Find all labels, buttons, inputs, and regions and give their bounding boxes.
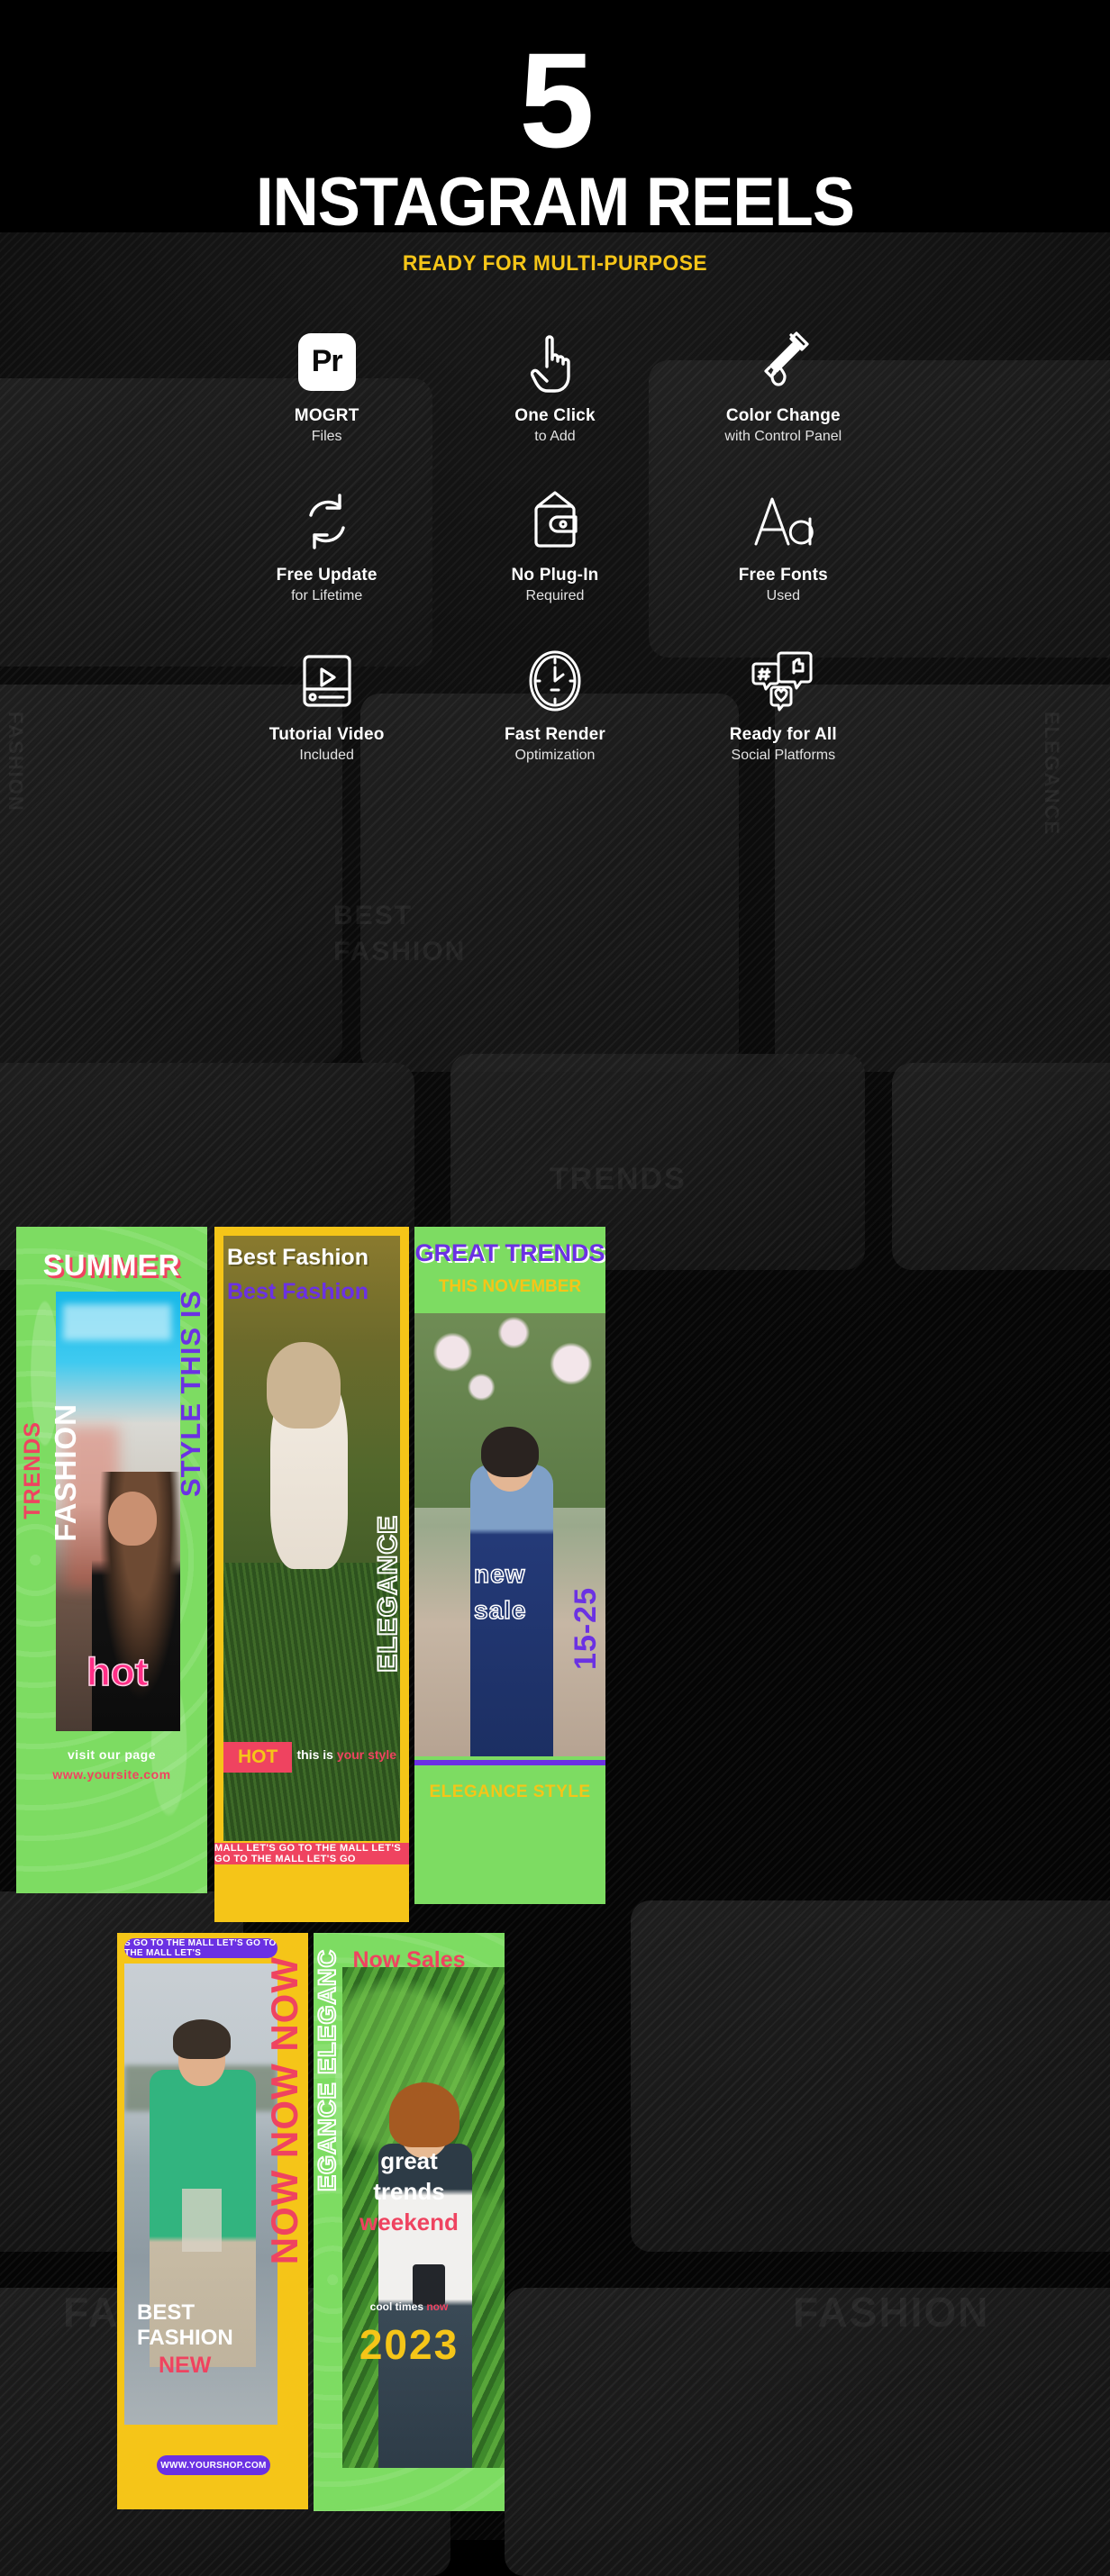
video-player-icon <box>297 646 357 716</box>
feature-sub: Included <box>299 747 354 763</box>
card1-headline: SUMMER <box>42 1248 181 1282</box>
card1-vertical-style: STYLE THIS IS <box>175 1290 206 1498</box>
reel-card-best-fashion-new[interactable]: S GO TO THE MALL LET'S GO TO THE MALL LE… <box>117 1933 308 2509</box>
reel-card-now-sales[interactable]: Now Sales EGANCE ELEGANC great trends we… <box>314 1933 505 2511</box>
feature-title: Free Update <box>276 565 378 585</box>
card3-photo <box>414 1313 605 1756</box>
card4-line2: FASHION <box>137 2326 233 2350</box>
feature-title: No Plug-In <box>511 565 599 585</box>
card3-vertical-range: 15-25 <box>569 1587 603 1670</box>
card5-line3: weekend <box>359 2209 459 2236</box>
card4-url-button[interactable]: WWW.YOURSHOP.COM <box>157 2455 270 2475</box>
feature-sub: Optimization <box>514 747 596 763</box>
card5-year: 2023 <box>359 2321 459 2368</box>
feature-fast-render: Fast Render Optimization <box>441 646 669 764</box>
feature-one-click: One Click to Add <box>441 327 669 445</box>
social-bubbles-icon <box>751 646 815 716</box>
card5-line1: great <box>380 2147 438 2174</box>
refresh-cycle-icon <box>298 486 356 557</box>
page-title: INSTAGRAM REELS <box>255 163 855 240</box>
feature-title: Ready for All <box>729 724 837 744</box>
hero-section: 5 INSTAGRAM REELS READY FOR MULTI-PURPOS… <box>0 0 1110 277</box>
card3-subtitle: THIS NOVEMBER <box>438 1277 582 1296</box>
card1-vertical-fashion: FASHION <box>49 1403 82 1542</box>
feature-ready-for-all: Ready for All Social Platforms <box>669 646 897 764</box>
bg-word: BEST <box>333 901 414 930</box>
card1-cta-line2[interactable]: www.yoursite.com <box>16 1767 207 1782</box>
card2-title-white: Best Fashion <box>227 1245 368 1270</box>
feature-no-plugin: No Plug-In Required <box>441 486 669 604</box>
feature-sub: with Control Panel <box>724 428 842 444</box>
feature-free-fonts: Free Fonts Used <box>669 486 897 604</box>
feature-sub: for Lifetime <box>291 587 363 603</box>
feature-title: Tutorial Video <box>268 724 385 744</box>
feature-sub: to Add <box>534 428 576 444</box>
hero-count: 5 <box>519 24 594 176</box>
card2-hot-badge: HOT <box>223 1742 293 1773</box>
feature-tutorial-video: Tutorial Video Included <box>213 646 441 764</box>
bg-word: FASHION <box>5 712 27 812</box>
feature-grid: Pr MOGRT Files One Click to Add Color Ch… <box>213 327 897 764</box>
card5-line2: trends <box>373 2178 445 2205</box>
reel-previews-row-2: S GO TO THE MALL LET'S GO TO THE MALL LE… <box>0 1927 1110 2522</box>
reel-card-best-fashion[interactable]: Best Fashion Best Fashion ELEGANCE HOT t… <box>214 1227 409 1922</box>
card5-footer-accent: now <box>426 2300 449 2313</box>
feature-title: Fast Render <box>504 724 605 744</box>
feature-title: Color Change <box>725 405 841 425</box>
clock-icon <box>527 646 583 716</box>
pointing-hand-icon <box>525 327 585 397</box>
bg-word: TRENDS <box>550 1162 687 1196</box>
card1-hot-overlay: hot <box>86 1649 149 1695</box>
card4-marquee: S GO TO THE MALL LET'S GO TO THE MALL LE… <box>124 1938 278 1958</box>
premiere-pro-icon: Pr <box>297 327 356 397</box>
hero-subtitle: READY FOR MULTI-PURPOSE <box>402 250 708 276</box>
feature-free-update: Free Update for Lifetime <box>213 486 441 604</box>
card4-vertical-now: NOW NOW NOW <box>263 1956 305 2265</box>
bg-word: FASHION <box>333 937 467 966</box>
card2-tagline-accent: your style <box>336 1747 396 1762</box>
feature-sub: Required <box>525 587 585 603</box>
reel-card-great-trends[interactable]: GREAT TRENDS THIS NOVEMBER 15-25 new sal… <box>414 1227 605 1904</box>
card1-vertical-trends: TRENDS <box>20 1421 45 1519</box>
wallet-icon <box>525 486 585 557</box>
feature-sub: Social Platforms <box>731 747 836 763</box>
premiere-pro-badge-label: Pr <box>297 332 356 391</box>
bg-word: ELEGANCE <box>1041 712 1063 837</box>
card2-tagline-plain: this is <box>296 1747 337 1762</box>
card1-cta-line1: visit our page <box>67 1747 157 1762</box>
card2-marquee: MALL LET'S GO TO THE MALL LET'S GO TO TH… <box>214 1843 409 1864</box>
reel-card-summer[interactable]: SUMMER TRENDS FASHION STYLE THIS IS hot … <box>16 1227 207 1893</box>
feature-title: One Click <box>514 405 596 425</box>
card2-title-purple: Best Fashion <box>227 1279 368 1304</box>
feature-sub: Files <box>311 428 342 444</box>
feature-sub: Used <box>766 587 800 603</box>
card2-vertical-elegance: ELEGANCE <box>372 1514 404 1673</box>
card2-tagline: this is your style <box>297 1747 397 1762</box>
card3-overlay-line2: sale <box>473 1595 527 1625</box>
card4-line1: BEST <box>137 2300 196 2325</box>
eyedropper-icon <box>755 327 811 397</box>
card3-title: GREAT TRENDS <box>414 1239 605 1266</box>
feature-title: MOGRT <box>294 405 359 425</box>
reel-previews-row-1: SUMMER TRENDS FASHION STYLE THIS IS hot … <box>0 1223 1110 1922</box>
card4-line3: NEW <box>159 2353 212 2378</box>
feature-mogrt: Pr MOGRT Files <box>213 327 441 445</box>
card3-footer: ELEGANCE STYLE <box>414 1765 605 1819</box>
card5-footer-text: cool times now <box>314 2300 505 2313</box>
feature-color-change: Color Change with Control Panel <box>669 327 897 445</box>
card3-overlay-line1: new <box>473 1559 526 1589</box>
card5-footer-plain: cool times <box>369 2300 427 2313</box>
feature-title: Free Fonts <box>738 565 828 585</box>
font-aa-icon <box>751 486 815 557</box>
